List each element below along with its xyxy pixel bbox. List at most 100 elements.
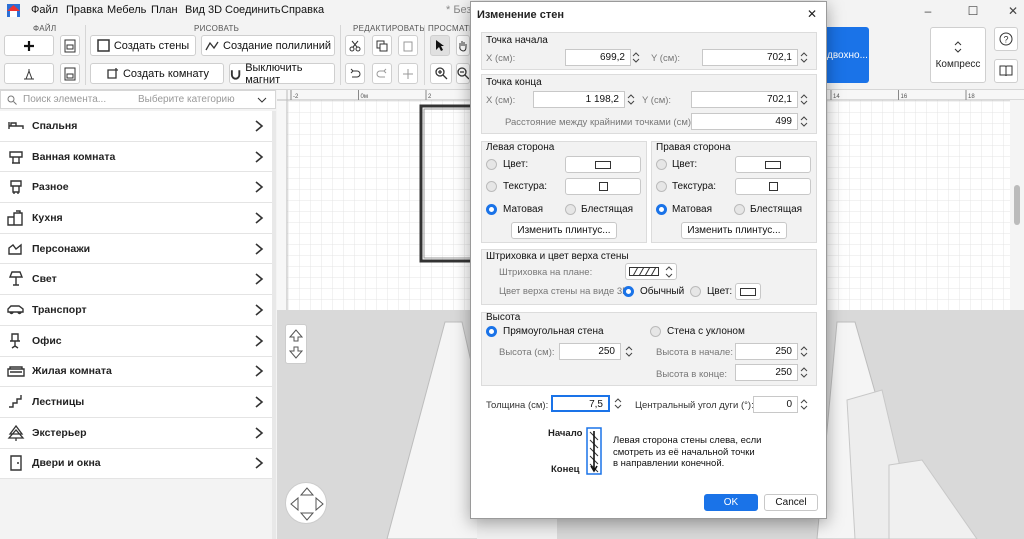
close-dialog-icon[interactable]: ✕ xyxy=(805,7,819,21)
vertical-arrows-button[interactable] xyxy=(285,324,307,364)
right-color-button[interactable] xyxy=(735,156,811,173)
menu-plan[interactable]: План xyxy=(151,4,178,16)
left-gloss-radio[interactable] xyxy=(565,204,576,215)
right-color-radio[interactable] xyxy=(656,159,667,170)
magnet-icon xyxy=(230,69,241,80)
height-spinner-icon[interactable] xyxy=(624,343,634,360)
menu-furniture[interactable]: Мебель xyxy=(107,4,146,16)
right-gloss-radio[interactable] xyxy=(734,204,745,215)
height-end-spinner-icon[interactable] xyxy=(799,364,809,381)
redo-button[interactable] xyxy=(372,63,392,84)
hatch-pattern-select[interactable] xyxy=(625,263,677,280)
start-y-spinner-icon[interactable] xyxy=(799,49,809,66)
end-y-spinner-icon[interactable] xyxy=(799,91,809,108)
help-button[interactable]: ? xyxy=(994,27,1018,51)
start-x-spinner-icon[interactable] xyxy=(631,49,641,66)
left-color-radio[interactable] xyxy=(486,159,497,170)
start-x-field[interactable]: 699,2 xyxy=(565,49,631,66)
top-color-button[interactable] xyxy=(735,283,761,300)
end-y-field[interactable]: 702,1 xyxy=(691,91,798,108)
chevron-down-icon[interactable] xyxy=(257,97,267,104)
create-walls-button[interactable]: Создать стены xyxy=(90,35,196,56)
compress-button[interactable]: Компресс xyxy=(930,27,986,83)
book-button[interactable] xyxy=(994,59,1018,83)
sidebar-item-0[interactable]: Спальня xyxy=(0,111,272,142)
sidebar-item-6[interactable]: Транспорт xyxy=(0,295,272,326)
distance-field[interactable]: 499 xyxy=(691,113,798,130)
right-texture-button[interactable] xyxy=(735,178,811,195)
zoom-in-button[interactable] xyxy=(430,63,452,84)
menu-file[interactable]: Файл xyxy=(31,4,58,16)
navigation-pad[interactable] xyxy=(285,482,327,524)
thickness-field[interactable]: 7,5 xyxy=(551,395,610,412)
sidebar-item-11[interactable]: Двери и окна xyxy=(0,448,272,480)
create-polylines-button[interactable]: Создание полилиний xyxy=(201,35,335,56)
end-x-spinner-icon[interactable] xyxy=(626,91,636,108)
menu-view3d[interactable]: Вид 3D xyxy=(185,4,222,16)
sidebar-item-5[interactable]: Свет xyxy=(0,264,272,296)
arc-angle-spinner-icon[interactable] xyxy=(799,396,809,413)
sidebar-item-1[interactable]: Ванная комната xyxy=(0,141,272,173)
disable-magnet-button[interactable]: Выключить магнит xyxy=(229,62,335,86)
sidebar-item-2[interactable]: Разное xyxy=(0,172,272,204)
create-room-button[interactable]: Создать комнату xyxy=(90,63,224,84)
save-button[interactable] xyxy=(60,63,80,84)
left-texture-radio[interactable] xyxy=(486,181,497,192)
left-matte-radio[interactable] xyxy=(486,204,497,215)
paste-button[interactable] xyxy=(398,35,418,56)
select-button[interactable] xyxy=(430,35,450,56)
top-normal-radio[interactable] xyxy=(623,286,634,297)
category-select[interactable]: Выберите категорию xyxy=(138,94,235,105)
end-x-field[interactable]: 1 198,2 xyxy=(533,91,625,108)
end-point-title: Точка конца xyxy=(486,77,542,88)
sidebar-item-9[interactable]: Лестницы xyxy=(0,387,272,418)
maximize-icon[interactable]: ☐ xyxy=(965,3,981,19)
search-input[interactable]: Поиск элемента... xyxy=(23,94,106,105)
height-start-spinner-icon[interactable] xyxy=(799,343,809,360)
cut-button[interactable] xyxy=(345,35,365,56)
minimize-icon[interactable]: – xyxy=(920,3,936,19)
hand-icon xyxy=(459,40,467,52)
left-texture-button[interactable] xyxy=(565,178,641,195)
sidebar-item-3[interactable]: Кухня xyxy=(0,203,272,234)
import-button[interactable] xyxy=(4,63,54,84)
ok-button[interactable]: OK xyxy=(704,494,758,511)
left-color-button[interactable] xyxy=(565,156,641,173)
sidebar-item-4[interactable]: Персонажи xyxy=(0,233,272,265)
right-texture-radio[interactable] xyxy=(656,181,667,192)
ribbon-group-draw: РИСОВАТЬ xyxy=(194,24,240,33)
hatch-title: Штриховка и цвет верха стены xyxy=(486,251,629,262)
distance-spinner-icon[interactable] xyxy=(799,113,809,130)
start-y-field[interactable]: 702,1 xyxy=(702,49,798,66)
sidebar-item-7[interactable]: Офис xyxy=(0,325,272,357)
undo-button[interactable] xyxy=(345,63,365,84)
sidebar-item-8[interactable]: Жилая комната xyxy=(0,356,272,388)
copy-button[interactable] xyxy=(372,35,392,56)
cancel-button[interactable]: Cancel xyxy=(764,494,818,511)
menu-edit[interactable]: Правка xyxy=(66,4,103,16)
menu-connect[interactable]: Соединить xyxy=(225,4,281,16)
right-matte-radio[interactable] xyxy=(656,204,667,215)
sidebar-item-10[interactable]: Экстерьер xyxy=(0,417,272,449)
left-baseboard-button[interactable]: Изменить плинтус... xyxy=(511,222,617,239)
height-field[interactable]: 250 xyxy=(559,343,621,360)
right-baseboard-button[interactable]: Изменить плинтус... xyxy=(681,222,787,239)
chevron-right-icon xyxy=(255,304,264,316)
thickness-spinner-icon[interactable] xyxy=(613,395,623,412)
top-color-radio[interactable] xyxy=(690,286,701,297)
zoom-out-button[interactable] xyxy=(456,63,470,84)
pan-button[interactable] xyxy=(456,35,470,56)
new-button[interactable] xyxy=(4,35,54,56)
add-point-button[interactable] xyxy=(398,63,418,84)
height-start-field[interactable]: 250 xyxy=(735,343,798,360)
blue-action-button[interactable]: двохно... xyxy=(827,27,869,83)
close-window-icon[interactable]: ✕ xyxy=(1005,3,1021,19)
menu-help[interactable]: Справка xyxy=(281,4,324,16)
sidebar-scrollbar[interactable] xyxy=(272,111,276,539)
arc-angle-field[interactable]: 0 xyxy=(753,396,798,413)
rect-wall-radio[interactable] xyxy=(486,326,497,337)
blue-action-label: двохно... xyxy=(827,49,868,61)
sloped-wall-radio[interactable] xyxy=(650,326,661,337)
height-end-field[interactable]: 250 xyxy=(735,364,798,381)
open-button[interactable] xyxy=(60,35,80,56)
